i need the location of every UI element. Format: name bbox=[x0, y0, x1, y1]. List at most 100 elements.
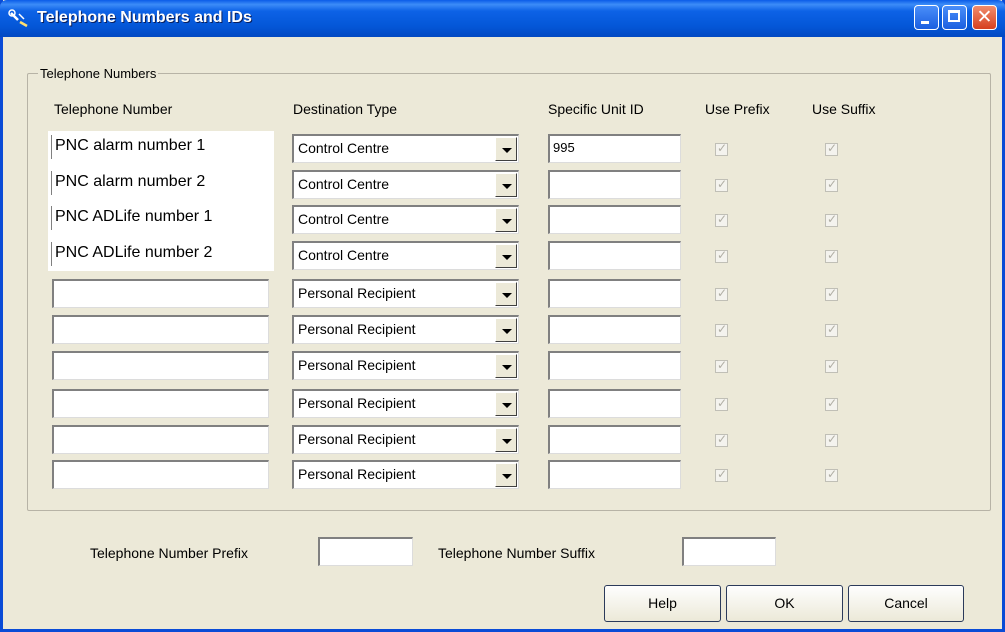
minimize-icon bbox=[921, 21, 929, 24]
destination-type-select[interactable]: Control Centre bbox=[292, 134, 519, 163]
chevron-down-icon bbox=[502, 403, 512, 408]
dropdown-button[interactable] bbox=[495, 354, 517, 378]
destination-type-value: Control Centre bbox=[298, 211, 390, 227]
chevron-down-icon bbox=[502, 439, 512, 444]
use-prefix-checkbox[interactable]: ✓ bbox=[715, 396, 728, 411]
header-specific-unit-id: Specific Unit ID bbox=[548, 101, 644, 117]
use-prefix-checkbox[interactable]: ✓ bbox=[715, 467, 728, 482]
telephone-number-label[interactable]: PNC alarm number 1 bbox=[55, 137, 205, 155]
minimize-button[interactable] bbox=[914, 5, 939, 30]
dropdown-button[interactable] bbox=[495, 392, 517, 416]
telephone-label-edge bbox=[51, 242, 52, 266]
use-suffix-checkbox[interactable]: ✓ bbox=[825, 141, 838, 156]
telephone-number-input[interactable] bbox=[52, 389, 269, 418]
telephone-number-label[interactable]: PNC alarm number 2 bbox=[55, 173, 205, 191]
use-suffix-checkbox[interactable]: ✓ bbox=[825, 177, 838, 192]
telephone-label-edge bbox=[51, 171, 52, 195]
use-prefix-checkbox[interactable]: ✓ bbox=[715, 322, 728, 337]
cancel-button[interactable]: Cancel bbox=[848, 585, 964, 622]
specific-unit-id-input[interactable] bbox=[548, 351, 681, 380]
dropdown-button[interactable] bbox=[495, 463, 517, 487]
checkmark-icon: ✓ bbox=[717, 467, 728, 481]
specific-unit-id-input[interactable] bbox=[548, 279, 681, 308]
destination-type-select[interactable]: Control Centre bbox=[292, 170, 519, 199]
destination-type-select[interactable]: Personal Recipient bbox=[292, 279, 519, 308]
destination-type-value: Personal Recipient bbox=[298, 466, 416, 482]
ok-button[interactable]: OK bbox=[726, 585, 843, 622]
checkmark-icon: ✓ bbox=[717, 432, 728, 446]
chevron-down-icon bbox=[502, 474, 512, 479]
help-button[interactable]: Help bbox=[604, 585, 721, 622]
destination-type-value: Control Centre bbox=[298, 140, 390, 156]
telephone-label-edge bbox=[51, 206, 52, 230]
dropdown-button[interactable] bbox=[495, 137, 517, 161]
header-telephone-number: Telephone Number bbox=[54, 101, 173, 117]
use-suffix-checkbox[interactable]: ✓ bbox=[825, 286, 838, 301]
specific-unit-id-input[interactable]: 995 bbox=[548, 134, 681, 163]
window-title: Telephone Numbers and IDs bbox=[37, 9, 252, 26]
telephone-number-input[interactable] bbox=[52, 279, 269, 308]
checkmark-icon: ✓ bbox=[827, 177, 838, 191]
use-suffix-checkbox[interactable]: ✓ bbox=[825, 467, 838, 482]
destination-type-select[interactable]: Personal Recipient bbox=[292, 425, 519, 454]
destination-type-select[interactable]: Personal Recipient bbox=[292, 351, 519, 380]
specific-unit-id-input[interactable] bbox=[548, 241, 681, 270]
use-suffix-checkbox[interactable]: ✓ bbox=[825, 432, 838, 447]
use-prefix-checkbox[interactable]: ✓ bbox=[715, 141, 728, 156]
checkmark-icon: ✓ bbox=[717, 322, 728, 336]
dropdown-button[interactable] bbox=[495, 208, 517, 232]
telephone-label-edge bbox=[51, 135, 52, 159]
dropdown-button[interactable] bbox=[495, 173, 517, 197]
checkmark-icon: ✓ bbox=[717, 212, 728, 226]
specific-unit-id-input[interactable] bbox=[548, 315, 681, 344]
telephone-number-input[interactable] bbox=[52, 425, 269, 454]
use-suffix-checkbox[interactable]: ✓ bbox=[825, 212, 838, 227]
destination-type-value: Personal Recipient bbox=[298, 431, 416, 447]
prefix-input[interactable] bbox=[318, 537, 413, 566]
telephone-number-input[interactable] bbox=[52, 351, 269, 380]
use-prefix-checkbox[interactable]: ✓ bbox=[715, 177, 728, 192]
use-suffix-checkbox[interactable]: ✓ bbox=[825, 358, 838, 373]
use-suffix-checkbox[interactable]: ✓ bbox=[825, 322, 838, 337]
telephone-number-label[interactable]: PNC ADLife number 1 bbox=[55, 208, 212, 226]
telephone-number-input[interactable] bbox=[52, 315, 269, 344]
use-prefix-checkbox[interactable]: ✓ bbox=[715, 212, 728, 227]
use-prefix-checkbox[interactable]: ✓ bbox=[715, 358, 728, 373]
close-button[interactable]: ✕ bbox=[972, 5, 997, 30]
specific-unit-id-input[interactable] bbox=[548, 205, 681, 234]
destination-type-select[interactable]: Personal Recipient bbox=[292, 460, 519, 489]
specific-unit-id-input[interactable] bbox=[548, 425, 681, 454]
telephone-number-input[interactable] bbox=[52, 460, 269, 489]
maximize-button[interactable] bbox=[942, 5, 967, 30]
destination-type-select[interactable]: Control Centre bbox=[292, 205, 519, 234]
suffix-input[interactable] bbox=[682, 537, 776, 566]
destination-type-select[interactable]: Personal Recipient bbox=[292, 389, 519, 418]
checkmark-icon: ✓ bbox=[717, 141, 728, 155]
dropdown-button[interactable] bbox=[495, 244, 517, 268]
dropdown-button[interactable] bbox=[495, 282, 517, 306]
use-prefix-checkbox[interactable]: ✓ bbox=[715, 248, 728, 263]
checkmark-icon: ✓ bbox=[827, 322, 838, 336]
dropdown-button[interactable] bbox=[495, 318, 517, 342]
dialog-window: Telephone Numbers and IDs ✕ Telephone Nu… bbox=[0, 0, 1005, 632]
specific-unit-id-input[interactable] bbox=[548, 170, 681, 199]
use-prefix-checkbox[interactable]: ✓ bbox=[715, 432, 728, 447]
specific-unit-id-input[interactable] bbox=[548, 389, 681, 418]
telephone-number-label[interactable]: PNC ADLife number 2 bbox=[55, 244, 212, 262]
use-suffix-checkbox[interactable]: ✓ bbox=[825, 396, 838, 411]
checkmark-icon: ✓ bbox=[717, 286, 728, 300]
use-suffix-checkbox[interactable]: ✓ bbox=[825, 248, 838, 263]
checkmark-icon: ✓ bbox=[827, 212, 838, 226]
dropdown-button[interactable] bbox=[495, 428, 517, 452]
tools-icon bbox=[8, 9, 28, 28]
destination-type-select[interactable]: Personal Recipient bbox=[292, 315, 519, 344]
checkmark-icon: ✓ bbox=[827, 248, 838, 262]
checkmark-icon: ✓ bbox=[827, 286, 838, 300]
checkmark-icon: ✓ bbox=[827, 358, 838, 372]
title-bar[interactable]: Telephone Numbers and IDs ✕ bbox=[0, 0, 1005, 37]
chevron-down-icon bbox=[502, 255, 512, 260]
specific-unit-id-input[interactable] bbox=[548, 460, 681, 489]
use-prefix-checkbox[interactable]: ✓ bbox=[715, 286, 728, 301]
destination-type-value: Control Centre bbox=[298, 247, 390, 263]
destination-type-select[interactable]: Control Centre bbox=[292, 241, 519, 270]
